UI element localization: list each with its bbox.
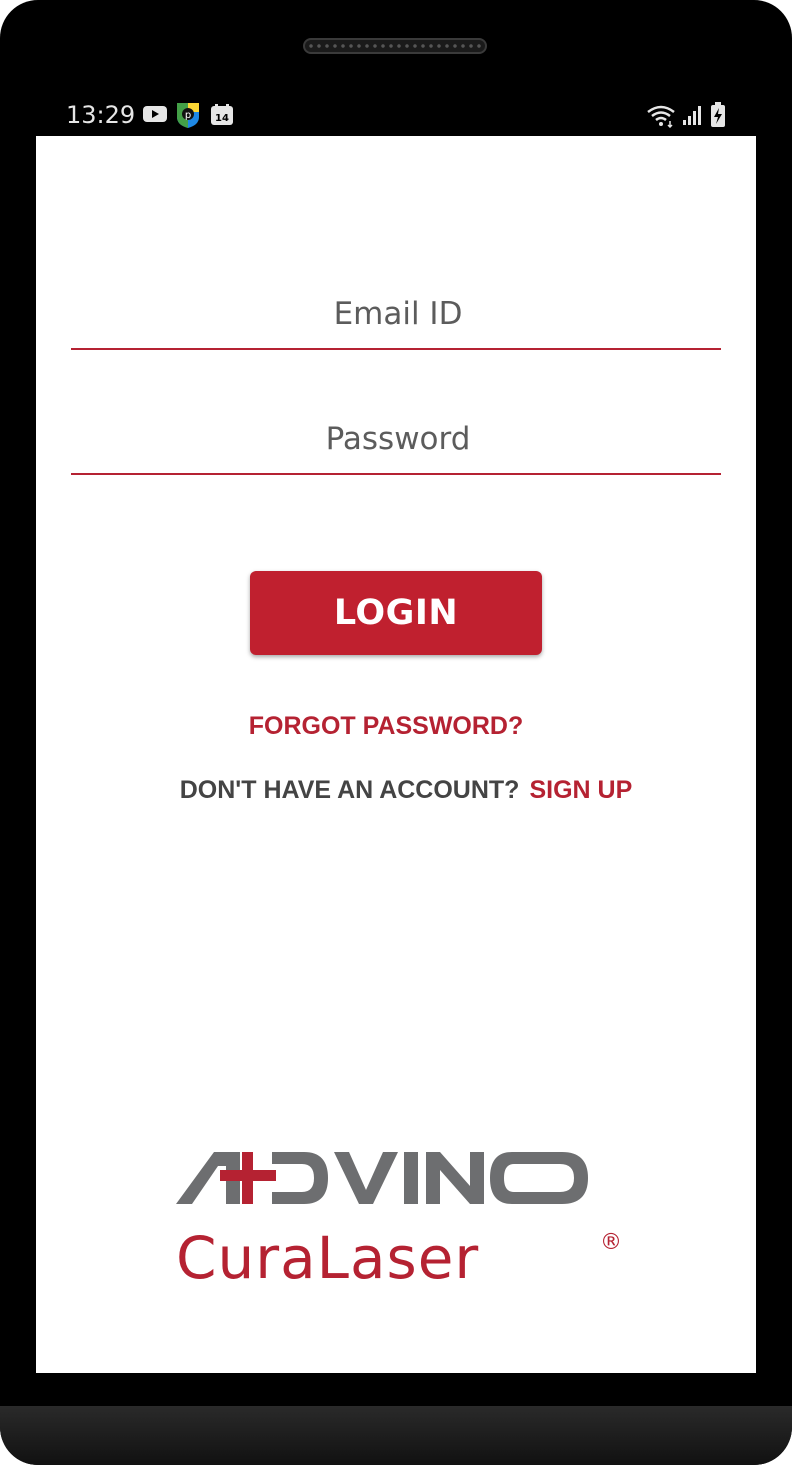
signal-icon xyxy=(682,104,704,131)
password-field-container xyxy=(71,403,725,475)
curalaser-logo-text: CuraLaser xyxy=(176,1224,480,1292)
registered-mark: ® xyxy=(600,1230,622,1255)
advino-wordmark-logo xyxy=(176,1152,588,1204)
signup-prompt: DON'T HAVE AN ACCOUNT? xyxy=(179,776,520,804)
password-input[interactable] xyxy=(71,403,725,475)
battery-charging-icon xyxy=(710,102,726,133)
svg-text:p: p xyxy=(185,110,191,121)
advino-curalaser-logo: CuraLaser ® xyxy=(176,1146,626,1296)
status-time: 13:29 xyxy=(66,101,136,129)
signup-row: DON'T HAVE AN ACCOUNT? SIGN UP xyxy=(36,776,776,805)
signup-link[interactable]: SIGN UP xyxy=(529,776,632,804)
phone-frame: 13:29 p 14 Email ID LOGIN FORGOT PASSWOR… xyxy=(0,0,792,1465)
wifi-icon xyxy=(646,104,676,133)
speaker-grille xyxy=(303,38,487,54)
calendar-icon: 14 xyxy=(210,104,234,131)
status-bar: 13:29 p 14 xyxy=(36,96,756,136)
login-button[interactable]: LOGIN xyxy=(250,571,542,655)
forgot-password-link[interactable]: FORGOT PASSWORD? xyxy=(36,712,736,741)
login-screen: LOGIN FORGOT PASSWORD? DON'T HAVE AN ACC… xyxy=(36,136,756,1373)
email-input[interactable] xyxy=(71,278,725,350)
app-icon: p xyxy=(174,100,202,135)
phone-chin xyxy=(0,1406,792,1465)
youtube-icon xyxy=(142,104,168,129)
email-field-container xyxy=(71,278,725,350)
calendar-day: 14 xyxy=(215,113,229,124)
